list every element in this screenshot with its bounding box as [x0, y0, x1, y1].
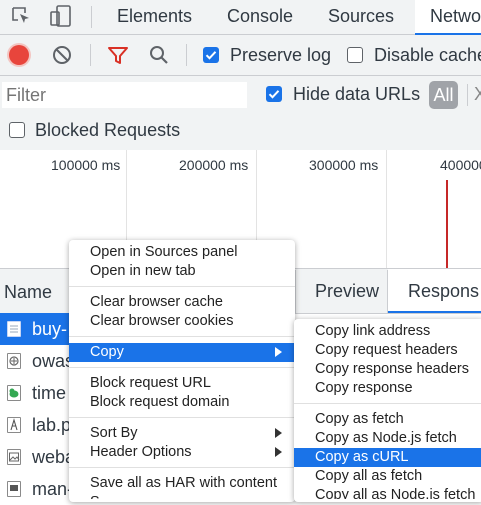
timeline-gridline [386, 150, 387, 268]
search-icon[interactable] [148, 44, 170, 66]
tab-console[interactable]: Console [227, 6, 293, 27]
preserve-log-label: Preserve log [230, 45, 332, 65]
menu-item-save-har[interactable]: Save all as HAR with content [69, 474, 295, 493]
hide-data-urls-label: Hide data URLs [293, 84, 421, 104]
overflow-filter-label[interactable]: X [474, 84, 481, 105]
tab-elements[interactable]: Elements [117, 6, 192, 27]
document-icon [7, 481, 21, 497]
table-row[interactable]: owas [0, 345, 75, 377]
document-icon [7, 321, 21, 337]
table-row[interactable]: buy- [0, 313, 75, 345]
filter-separator [467, 84, 468, 106]
menu-item-clear-cache[interactable]: Clear browser cache [69, 293, 295, 312]
table-row[interactable]: weba [0, 441, 75, 473]
image-icon [7, 353, 21, 369]
record-button[interactable] [9, 45, 29, 65]
menu-separator [69, 417, 295, 418]
menu-separator [69, 286, 295, 287]
leaf-icon [7, 385, 21, 401]
inspect-element-icon[interactable] [10, 5, 32, 27]
menu-item-open-in-sources[interactable]: Open in Sources panel [69, 243, 295, 262]
menu-item-copy-as-node-fetch[interactable]: Copy as Node.js fetch [294, 429, 481, 448]
table-row[interactable]: time [0, 377, 75, 409]
column-separator [295, 270, 296, 313]
tab-network[interactable]: Netwo [415, 0, 481, 35]
timeline-tick-label: 200000 ms [179, 157, 249, 173]
submenu-arrow-icon [275, 447, 282, 457]
menu-item-copy-all-as-node-fetch[interactable]: Copy all as Node.js fetch [294, 486, 481, 499]
menu-item-copy-response[interactable]: Copy response [294, 379, 481, 398]
menu-item-copy-request-headers[interactable]: Copy request headers [294, 341, 481, 360]
menu-item-copy-as-curl[interactable]: Copy as cURL [294, 448, 481, 467]
menu-item-clear-cookies[interactable]: Clear browser cookies [69, 312, 295, 331]
filter-input[interactable] [2, 82, 247, 108]
menu-separator [69, 367, 295, 368]
timeline-marker [446, 180, 448, 268]
all-filter-button[interactable]: All [429, 81, 458, 109]
menu-item-truncated[interactable]: S [69, 493, 295, 499]
timeline-tick-label: 100000 ms [51, 157, 121, 173]
menu-item-open-in-new-tab[interactable]: Open in new tab [69, 262, 295, 281]
menu-item-header-options[interactable]: Header Options [69, 443, 295, 462]
tab-response[interactable]: Respons [388, 269, 481, 313]
name-column-header[interactable]: Name [4, 282, 52, 303]
preserve-log-checkbox[interactable] [203, 47, 219, 63]
tab-network-label: Netwo [430, 6, 481, 26]
tab-separator [91, 6, 92, 28]
blocked-requests-label: Blocked Requests [35, 120, 181, 140]
filter-icon[interactable] [107, 45, 129, 65]
menu-item-header-options-label: Header Options [90, 444, 192, 460]
timeline-tick-label: 300000 ms [309, 157, 379, 173]
menu-item-copy-as-fetch[interactable]: Copy as fetch [294, 410, 481, 429]
menu-item-sort-by[interactable]: Sort By [69, 424, 295, 443]
table-row[interactable]: lab.p [0, 409, 75, 441]
row-name: man- [32, 479, 74, 499]
toolbar-separator-2 [186, 44, 187, 66]
image-icon [7, 449, 21, 465]
row-name: time [32, 383, 67, 403]
tab-preview[interactable]: Preview [315, 281, 379, 302]
menu-item-copy[interactable]: Copy [69, 343, 295, 362]
row-name: buy- [32, 319, 68, 339]
menu-item-block-domain[interactable]: Block request domain [69, 393, 295, 412]
table-row[interactable]: man- [0, 473, 75, 505]
menu-separator [294, 403, 481, 404]
menu-item-copy-all-as-fetch[interactable]: Copy all as fetch [294, 467, 481, 486]
menu-separator [69, 467, 295, 468]
toolbar-separator [90, 44, 91, 66]
font-icon [7, 417, 21, 433]
blocked-requests-checkbox[interactable] [9, 122, 25, 138]
menu-item-copy-label: Copy [90, 344, 124, 360]
row-name: owas [32, 351, 75, 371]
copy-submenu: Copy link address Copy request headers C… [294, 319, 481, 502]
menu-item-sort-by-label: Sort By [90, 425, 138, 441]
tab-sources[interactable]: Sources [328, 6, 394, 27]
timeline-tick-label: 400000 [440, 157, 481, 173]
tab-response-label: Respons [408, 281, 480, 301]
menu-separator [69, 336, 295, 337]
disable-cache-label: Disable cache [374, 45, 481, 65]
menu-item-block-url[interactable]: Block request URL [69, 374, 295, 393]
clear-icon[interactable] [52, 45, 72, 65]
disable-cache-checkbox[interactable] [347, 47, 363, 63]
menu-item-copy-link-address[interactable]: Copy link address [294, 322, 481, 341]
context-menu: Open in Sources panel Open in new tab Cl… [69, 240, 295, 502]
device-toolbar-icon[interactable] [48, 4, 74, 28]
submenu-arrow-icon [275, 428, 282, 438]
menu-item-copy-response-headers[interactable]: Copy response headers [294, 360, 481, 379]
row-name: lab.p [32, 415, 72, 435]
hide-data-urls-checkbox[interactable] [266, 86, 282, 102]
submenu-arrow-icon [275, 347, 282, 357]
